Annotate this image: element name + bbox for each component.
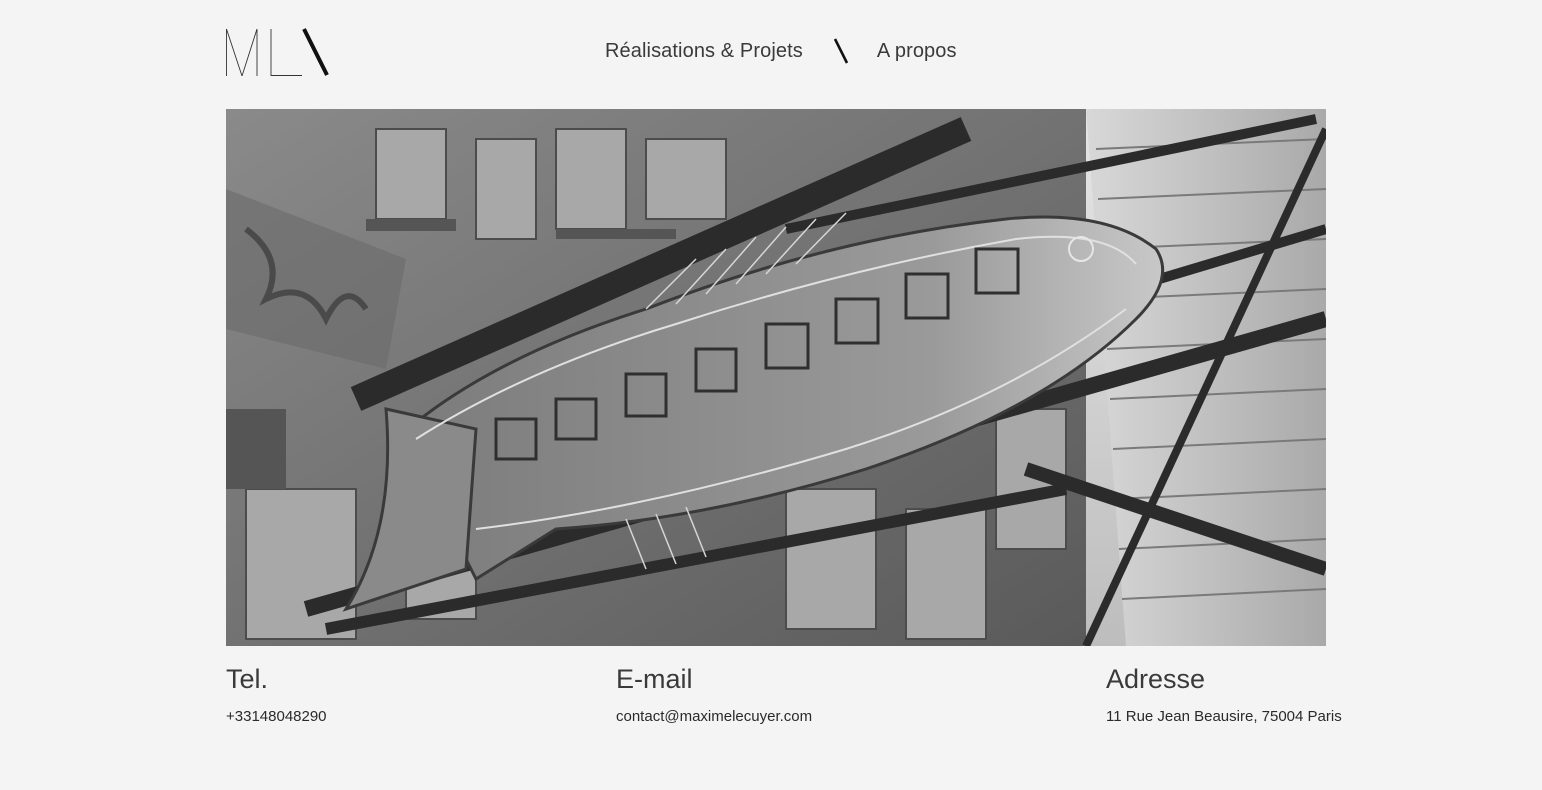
backslash-separator-icon: [833, 38, 849, 64]
contact-tel: Tel. +33148048290: [226, 662, 327, 727]
nav-link-realisations[interactable]: Réalisations & Projets: [605, 40, 803, 63]
email-value[interactable]: contact@maximelecuyer.com: [616, 707, 812, 727]
hero-image: [226, 109, 1326, 646]
tel-value[interactable]: +33148048290: [226, 707, 327, 727]
tel-title: Tel.: [226, 664, 269, 694]
email-title: E-mail: [616, 664, 693, 694]
site-logo[interactable]: [226, 28, 330, 78]
ml-logo-icon: [226, 28, 329, 78]
main-nav: Réalisations & Projets A propos: [605, 38, 957, 64]
neon-fish-sign-photo-icon: [226, 109, 1326, 646]
address-title: Adresse: [1106, 664, 1206, 694]
address-value: 11 Rue Jean Beausire, 75004 Paris: [1106, 708, 1342, 725]
contact-email: E-mail contact@maximelecuyer.com: [616, 662, 812, 727]
contact-address: Adresse 11 Rue Jean Beausire, 75004 Pari…: [1106, 662, 1342, 727]
nav-link-a-propos[interactable]: A propos: [877, 40, 957, 63]
